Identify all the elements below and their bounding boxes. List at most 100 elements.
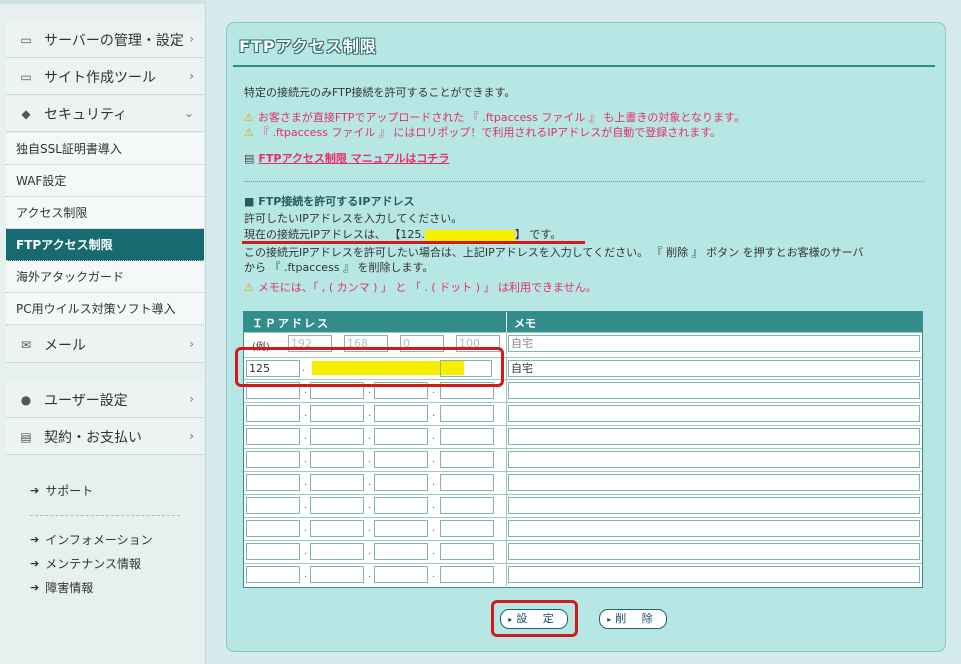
ip-octet-1-input[interactable] <box>246 428 300 445</box>
ip-octet-2-input[interactable] <box>310 543 364 560</box>
warning-icon: ⚠ <box>244 281 254 294</box>
memo-input[interactable] <box>508 405 920 422</box>
description-line-2: から 『 .ftpaccess 』 を削除します。 <box>244 261 434 274</box>
link-support[interactable]: ➔ サポート <box>30 482 93 499</box>
ip-octet-3-input[interactable] <box>374 451 428 468</box>
chevron-right-icon: › <box>189 69 194 83</box>
separator-dot: . <box>368 431 372 442</box>
ip-octet-1-input[interactable] <box>246 543 300 560</box>
header-memo: メモ <box>514 317 536 330</box>
divider <box>506 312 507 332</box>
link-label: サポート <box>45 484 94 498</box>
manual-link-row[interactable]: ▤ FTPアクセス制限 マニュアルはコチラ <box>244 150 449 166</box>
ip-octet-3-input[interactable] <box>374 428 428 445</box>
table-row: ... <box>244 425 922 448</box>
nav-user-settings[interactable]: ● ユーザー設定 › <box>6 382 204 418</box>
current-ip-prefix: 現在の接続元IPアドレスは、 【125. <box>244 228 425 241</box>
ip-octet-2-input[interactable] <box>310 520 364 537</box>
sidebar-item-access-limit[interactable]: アクセス制限 <box>6 197 204 229</box>
sidebar-item-ftp-access[interactable]: FTPアクセス制限 <box>6 229 204 261</box>
nav-label: サイト作成ツール <box>44 69 156 86</box>
memo-input[interactable] <box>508 428 920 445</box>
memo-input[interactable] <box>508 382 920 399</box>
memo-input[interactable] <box>508 451 920 468</box>
warning-icon: ⚠ <box>244 126 254 139</box>
chevron-right-icon: › <box>189 337 194 351</box>
user-icon: ● <box>20 392 32 407</box>
nav-label: セキュリティ <box>44 106 128 123</box>
ip-octet-2-input[interactable] <box>310 474 364 491</box>
ip-octet-4-input[interactable] <box>440 497 494 514</box>
nav-server-settings[interactable]: ▭ サーバーの管理・設定 › <box>6 22 204 58</box>
ip-octet-1-input[interactable] <box>246 451 300 468</box>
ip-octet-4-input[interactable] <box>440 405 494 422</box>
separator-dot: . <box>368 477 372 488</box>
ip-octet-3-input[interactable] <box>374 497 428 514</box>
current-ip-suffix: 】 です。 <box>514 228 562 241</box>
monitor-icon: ▭ <box>20 69 32 84</box>
separator-dot: . <box>432 408 436 419</box>
ip-octet-3-input[interactable] <box>374 520 428 537</box>
ip-octet-1-input[interactable] <box>246 474 300 491</box>
separator-dot: . <box>432 523 436 534</box>
ip-octet-2-input[interactable] <box>310 451 364 468</box>
ip-octet-1-input[interactable] <box>246 405 300 422</box>
memo-input[interactable]: 自宅 <box>508 360 920 377</box>
separator-dot: . <box>368 569 372 580</box>
divider <box>506 564 507 586</box>
ip-octet-2-input[interactable] <box>310 566 364 583</box>
separator-dot: . <box>432 500 436 511</box>
divider <box>506 472 507 494</box>
delete-button[interactable]: ▸ 削 除 <box>599 609 667 629</box>
separator-dot: . <box>304 408 308 419</box>
table-row: ... <box>244 517 922 540</box>
memo-input[interactable] <box>508 543 920 560</box>
ip-octet-1-input[interactable] <box>246 520 300 537</box>
nav-site-tools[interactable]: ▭ サイト作成ツール › <box>6 59 204 95</box>
chevron-right-icon: › <box>189 392 194 406</box>
separator-dot: . <box>304 477 308 488</box>
nav-mail[interactable]: ✉ メール › <box>6 327 204 363</box>
manual-link[interactable]: FTPアクセス制限 マニュアルはコチラ <box>258 152 449 165</box>
ip-octet-3-input[interactable] <box>374 474 428 491</box>
ip-octet-4-input[interactable] <box>440 543 494 560</box>
nav-security[interactable]: ◆ セキュリティ ⌄ <box>6 96 204 132</box>
ip-octet-1-input[interactable] <box>246 497 300 514</box>
ip-octet-4-input[interactable] <box>440 566 494 583</box>
divider <box>233 65 935 67</box>
ip-octet-3-input[interactable] <box>374 566 428 583</box>
divider <box>30 515 180 516</box>
divider <box>244 181 924 182</box>
ip-octet-4-input[interactable] <box>440 520 494 537</box>
link-failure[interactable]: ➔ 障害情報 <box>30 579 93 596</box>
redacted-ip-mask <box>424 229 515 241</box>
nav-label: メール <box>44 337 86 354</box>
separator-dot: . <box>432 431 436 442</box>
sidebar-item-ssl[interactable]: 独自SSL証明書導入 <box>6 133 204 165</box>
section-title: ■ FTP接続を許可するIPアドレス <box>244 195 415 208</box>
memo-input[interactable] <box>508 520 920 537</box>
sidebar-item-antivirus[interactable]: PC用ウイルス対策ソフト導入 <box>6 293 204 325</box>
ip-octet-1-input[interactable] <box>246 566 300 583</box>
ip-octet-4-input[interactable] <box>440 451 494 468</box>
separator-dot: . <box>368 500 372 511</box>
ip-octet-2-input[interactable] <box>310 428 364 445</box>
memo-input[interactable] <box>508 497 920 514</box>
sidebar-item-attack-guard[interactable]: 海外アタックガード <box>6 261 204 293</box>
memo-input[interactable] <box>508 566 920 583</box>
chevron-right-icon: › <box>189 429 194 443</box>
link-information[interactable]: ➔ インフォメーション <box>30 531 153 548</box>
ip-octet-3-input[interactable] <box>374 543 428 560</box>
table-row: ... <box>244 494 922 517</box>
warning-text: 『 .ftpaccess ファイル 』 にはロリポップ！で利用されるIPアドレス… <box>257 126 722 139</box>
ip-octet-3-input[interactable] <box>374 405 428 422</box>
ip-octet-2-input[interactable] <box>310 405 364 422</box>
ip-octet-2-input[interactable] <box>310 497 364 514</box>
sidebar-item-waf[interactable]: WAF設定 <box>6 165 204 197</box>
nav-label: サーバーの管理・設定 <box>44 32 184 49</box>
ip-octet-4-input[interactable] <box>440 428 494 445</box>
memo-input[interactable] <box>508 474 920 491</box>
ip-octet-4-input[interactable] <box>440 474 494 491</box>
link-maintenance[interactable]: ➔ メンテナンス情報 <box>30 555 141 572</box>
nav-contract[interactable]: ▤ 契約・お支払い › <box>6 419 204 455</box>
